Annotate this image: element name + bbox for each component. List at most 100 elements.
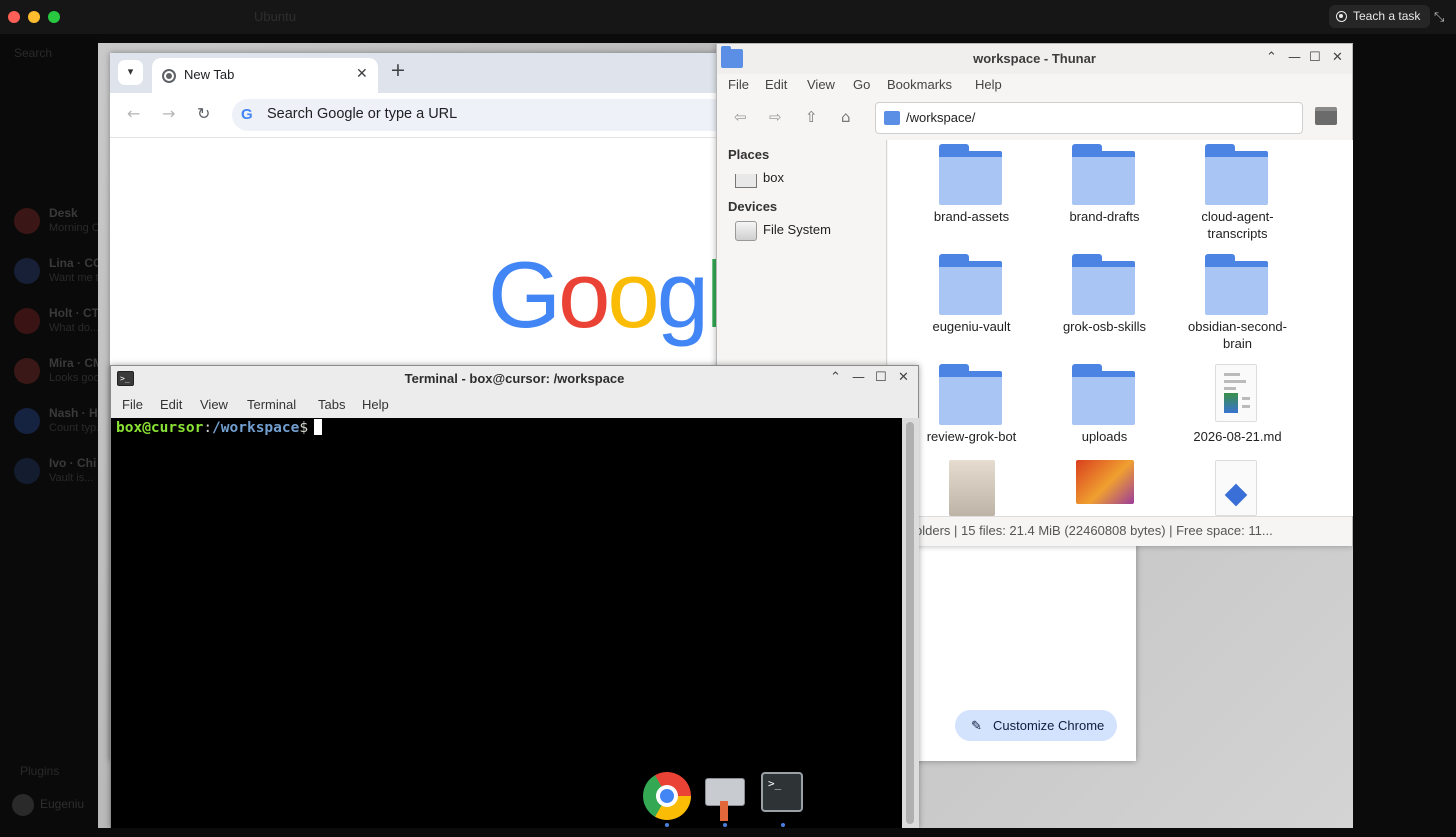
host-title-bar: Ubuntu Teach a task ⤡ xyxy=(0,0,1456,34)
chevron-down-icon: ▾ xyxy=(127,65,134,78)
back-arrow-icon[interactable]: ← xyxy=(127,104,140,123)
folder-icon xyxy=(1072,254,1135,315)
file-item[interactable] xyxy=(1038,456,1171,516)
folder-item[interactable]: cloud-agent- transcripts xyxy=(1171,140,1304,250)
user-profile[interactable]: Eugeniu xyxy=(12,794,84,816)
minimize-icon[interactable]: — xyxy=(852,370,865,385)
menu-file[interactable]: File xyxy=(728,77,749,92)
avatar xyxy=(14,458,40,484)
sidebar-item-sub: What do... xyxy=(49,322,100,334)
maximize-window-button[interactable] xyxy=(48,11,60,23)
terminal-scrollbar[interactable] xyxy=(902,418,919,828)
close-icon[interactable]: ✕ xyxy=(1332,50,1343,65)
folder-icon xyxy=(1072,364,1135,425)
sidebar-item[interactable]: Lina · CC Want me to... xyxy=(14,256,114,296)
sidebar-item[interactable]: Desk Morning CI... xyxy=(14,206,112,246)
shade-icon[interactable]: ⌃ xyxy=(830,370,841,385)
close-tab-icon[interactable]: ✕ xyxy=(356,66,368,82)
avatar xyxy=(14,358,40,384)
toggle-sidebar-icon[interactable] xyxy=(1315,107,1337,125)
minimize-window-button[interactable] xyxy=(28,11,40,23)
folder-item[interactable]: uploads xyxy=(1038,360,1171,470)
file-label: brand-drafts xyxy=(1069,209,1140,224)
folder-item[interactable]: eugeniu-vault xyxy=(905,250,1038,360)
avatar xyxy=(14,308,40,334)
avatar xyxy=(14,258,40,284)
thunar-title-bar[interactable]: workspace - Thunar ⌃ — ☐ ✕ xyxy=(717,44,1352,74)
markdown-file-icon xyxy=(1215,364,1257,422)
maximize-icon[interactable]: ☐ xyxy=(1309,50,1321,65)
menu-view[interactable]: View xyxy=(200,397,228,412)
menu-view[interactable]: View xyxy=(807,77,835,92)
folder-icon xyxy=(1072,144,1135,205)
file-label: eugeniu-vault xyxy=(932,319,1011,334)
record-icon xyxy=(1336,11,1347,22)
terminal-title-bar[interactable]: >_ Terminal - box@cursor: /workspace ⌃ —… xyxy=(111,366,918,393)
folder-icon xyxy=(1205,144,1268,205)
file-label: uploads xyxy=(1081,429,1128,444)
menu-file[interactable]: File xyxy=(122,397,143,412)
close-window-button[interactable] xyxy=(8,11,20,23)
sidebar-item[interactable]: Nash · H Count typ... xyxy=(14,406,105,446)
plugins-link[interactable]: Plugins xyxy=(20,764,59,778)
folder-item[interactable]: obsidian-second- brain xyxy=(1171,250,1304,360)
folder-item[interactable]: review-grok-bot xyxy=(905,360,1038,470)
file-item[interactable] xyxy=(1171,456,1304,516)
folder-icon xyxy=(939,364,1002,425)
sidebar-item[interactable]: Mira · CM Looks good... xyxy=(14,356,115,396)
pencil-icon: ✎ xyxy=(971,718,982,733)
menu-help[interactable]: Help xyxy=(975,77,1002,92)
forward-arrow-icon[interactable]: ⇨ xyxy=(769,108,782,126)
close-icon[interactable]: ✕ xyxy=(898,370,909,385)
location-path: /workspace/ xyxy=(906,110,976,125)
collapse-icon[interactable]: ⤡ xyxy=(1434,10,1444,25)
back-arrow-icon[interactable]: ⇦ xyxy=(734,108,747,126)
remote-desktop: ▾ New Tab ✕ + ← → ↻ G Search Google or t… xyxy=(98,43,1353,828)
avatar xyxy=(14,408,40,434)
menu-edit[interactable]: Edit xyxy=(765,77,787,92)
document-icon xyxy=(1215,460,1257,516)
terminal-output[interactable]: box@cursor:/workspace$ xyxy=(111,418,902,828)
menu-bookmarks[interactable]: Bookmarks xyxy=(887,77,952,92)
folder-icon xyxy=(884,111,900,125)
chrome-favicon-icon xyxy=(162,69,176,83)
folder-item[interactable]: brand-drafts xyxy=(1038,140,1171,250)
reload-icon[interactable]: ↻ xyxy=(197,104,210,123)
tab-search-button[interactable]: ▾ xyxy=(118,60,143,85)
file-item[interactable] xyxy=(905,456,1038,516)
home-icon[interactable]: ⌂ xyxy=(841,108,851,126)
minimize-icon[interactable]: — xyxy=(1288,50,1301,65)
menu-go[interactable]: Go xyxy=(853,77,870,92)
file-item[interactable]: 2026-08-21.md xyxy=(1171,360,1304,470)
sidebar-item[interactable]: Ivo · Chi Vault is... xyxy=(14,456,98,496)
sidebar-item-label: File System xyxy=(763,222,831,237)
text-cursor xyxy=(314,419,323,435)
teach-task-label: Teach a task xyxy=(1353,9,1421,23)
sidebar-item[interactable]: Holt · CT What do... xyxy=(14,306,100,346)
dock-terminal[interactable]: >_ xyxy=(761,772,809,827)
maximize-icon[interactable]: ☐ xyxy=(875,370,887,385)
customize-chrome-button[interactable]: ✎ Customize Chrome xyxy=(955,710,1117,741)
parent-folder-icon[interactable]: ⇧ xyxy=(805,108,818,126)
shade-icon[interactable]: ⌃ xyxy=(1266,50,1277,65)
folder-item[interactable]: grok-osb-skills xyxy=(1038,250,1171,360)
menu-edit[interactable]: Edit xyxy=(160,397,182,412)
file-label: review-grok-bot xyxy=(926,429,1017,444)
menu-tabs[interactable]: Tabs xyxy=(318,397,345,412)
folder-item[interactable]: brand-assets xyxy=(905,140,1038,250)
terminal-window: >_ Terminal - box@cursor: /workspace ⌃ —… xyxy=(110,365,919,828)
teach-task-button[interactable]: Teach a task xyxy=(1329,5,1431,28)
file-label: cloud-agent- transcripts xyxy=(1201,209,1274,241)
dock-file-manager[interactable] xyxy=(701,772,749,827)
forward-arrow-icon[interactable]: → xyxy=(162,104,175,123)
menu-help[interactable]: Help xyxy=(362,397,389,412)
new-tab-button[interactable]: + xyxy=(390,59,406,81)
tab-new-tab[interactable]: New Tab ✕ xyxy=(152,58,378,93)
file-label: obsidian-second- brain xyxy=(1187,319,1287,351)
menu-terminal[interactable]: Terminal xyxy=(247,397,296,412)
location-bar[interactable]: /workspace/ xyxy=(875,102,1303,134)
dock-chrome[interactable] xyxy=(643,772,691,827)
sidebar-search[interactable]: Search xyxy=(14,46,52,60)
sidebar-item-name: Mira · CM xyxy=(49,356,103,370)
sidebar-item-name: Nash · H xyxy=(49,406,98,420)
